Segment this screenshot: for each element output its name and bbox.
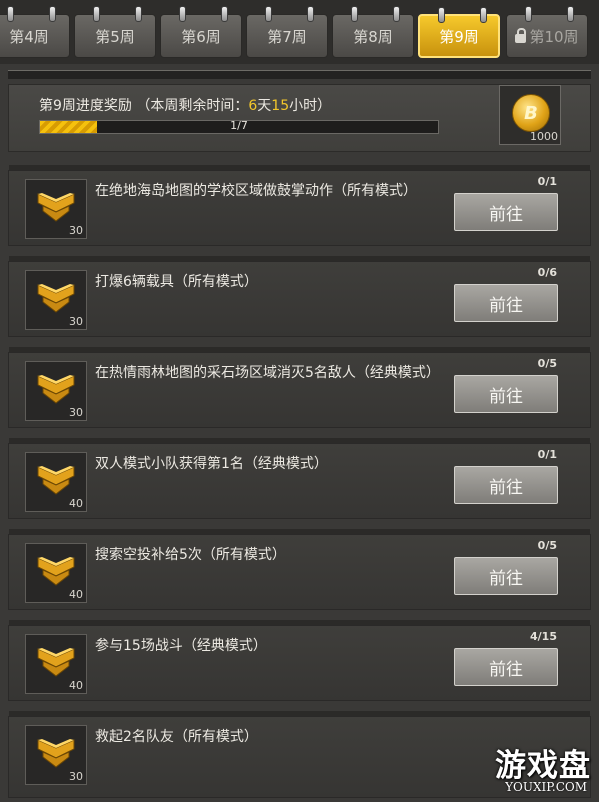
tab-week-5[interactable]: 第5周: [74, 6, 156, 58]
binder-rings: [0, 6, 69, 22]
go-button[interactable]: 前往: [454, 375, 558, 413]
coin-icon: B: [512, 94, 550, 132]
tab-label: 第6周: [181, 27, 221, 46]
task-progress: 0/6: [537, 266, 557, 279]
progress-text: 1/7: [230, 119, 248, 132]
task-row: 30 打爆6辆载具（所有模式） 0/6 前往: [8, 256, 591, 337]
chevron-rank-icon: [37, 739, 75, 768]
task-description: 在绝地海岛地图的学校区域做鼓掌动作（所有模式）: [95, 183, 417, 199]
tab-label: 第8周: [353, 27, 393, 46]
task-points: 40: [69, 588, 83, 601]
task-progress: 4/15: [530, 630, 557, 643]
task-progress: 0/5: [537, 357, 557, 370]
go-button[interactable]: 前往: [454, 284, 558, 322]
progress-bar: 1/7: [39, 119, 439, 134]
task-badge: 30: [25, 361, 87, 421]
task-row: 30 在绝地海岛地图的学校区域做鼓掌动作（所有模式） 0/1 前往: [8, 165, 591, 246]
chevron-rank-icon: [37, 284, 75, 313]
task-badge: 30: [25, 725, 87, 785]
binder-rings: [247, 6, 327, 22]
task-badge: 30: [25, 270, 87, 330]
task-description: 在热情雨林地图的采石场区域消灭5名敌人（经典模式）: [95, 365, 440, 381]
hours-unit: 小时）: [289, 98, 332, 114]
binder-rings: [333, 6, 413, 22]
site-watermark: 游戏盘 YOUXIP.COM: [472, 738, 597, 802]
task-progress: 0/1: [537, 175, 557, 188]
binder-rings: [75, 6, 155, 22]
task-row: 40 搜索空投补给5次（所有模式） 0/5 前往: [8, 529, 591, 610]
task-description: 双人模式小队获得第1名（经典模式）: [95, 456, 328, 472]
task-row: 40 参与15场战斗（经典模式） 4/15 前往: [8, 620, 591, 701]
tab-week-8[interactable]: 第8周: [332, 6, 414, 58]
chevron-rank-icon: [37, 557, 75, 586]
progress-title: 第9周进度奖励 （本周剩余时间：6天15小时）: [39, 95, 331, 115]
task-badge: 30: [25, 179, 87, 239]
tab-label: 第10周: [529, 27, 579, 46]
task-badge: 40: [25, 543, 87, 603]
go-button[interactable]: 前往: [454, 193, 558, 231]
tab-label: 第5周: [95, 27, 135, 46]
task-description: 救起2名队友（所有模式）: [95, 729, 258, 745]
lock-icon: [515, 27, 527, 43]
task-points: 30: [69, 315, 83, 328]
weekly-progress-panel: 第9周进度奖励 （本周剩余时间：6天15小时） 1/7 B 1000: [8, 84, 591, 152]
go-button[interactable]: 前往: [454, 466, 558, 504]
tab-week-10[interactable]: 第10周: [506, 6, 588, 58]
task-points: 30: [69, 770, 83, 783]
progress-reward[interactable]: B 1000: [499, 85, 561, 145]
remaining-hours: 15: [271, 98, 290, 114]
task-points: 40: [69, 679, 83, 692]
binder-rings: [507, 6, 587, 22]
tab-divider: [8, 70, 591, 79]
remaining-days: 6: [248, 98, 258, 114]
chevron-rank-icon: [37, 466, 75, 495]
binder-rings: [161, 6, 241, 22]
task-badge: 40: [25, 452, 87, 512]
chevron-rank-icon: [37, 193, 75, 222]
task-points: 30: [69, 406, 83, 419]
go-button[interactable]: 前往: [454, 648, 558, 686]
tab-label: 第4周: [9, 27, 49, 46]
tab-week-4[interactable]: 第4周: [0, 6, 70, 58]
tab-week-7[interactable]: 第7周: [246, 6, 328, 58]
week-tab-bar: 第4周 第5周 第6周 第7周 第8周 第9周 第10周: [0, 0, 599, 64]
tab-label: 第7周: [267, 27, 307, 46]
tab-label: 第9周: [439, 27, 479, 46]
chevron-rank-icon: [37, 648, 75, 677]
task-points: 30: [69, 224, 83, 237]
task-description: 搜索空投补给5次（所有模式）: [95, 547, 286, 563]
task-progress: 0/5: [537, 539, 557, 552]
tab-week-9[interactable]: 第9周: [418, 7, 500, 58]
task-row: 30 在热情雨林地图的采石场区域消灭5名敌人（经典模式） 0/5 前往: [8, 347, 591, 428]
tab-week-6[interactable]: 第6周: [160, 6, 242, 58]
reward-count: 1000: [530, 130, 558, 143]
chevron-rank-icon: [37, 375, 75, 404]
task-description: 参与15场战斗（经典模式）: [95, 638, 267, 654]
task-points: 40: [69, 497, 83, 510]
watermark-main: 游戏盘: [495, 748, 591, 784]
days-unit: 天: [257, 98, 272, 114]
task-badge: 40: [25, 634, 87, 694]
binder-rings: [420, 7, 498, 23]
task-row: 40 双人模式小队获得第1名（经典模式） 0/1 前往: [8, 438, 591, 519]
task-description: 打爆6辆载具（所有模式）: [95, 274, 258, 290]
watermark-sub: YOUXIP.COM: [505, 780, 587, 794]
title-prefix: 第9周进度奖励 （本周剩余时间：: [39, 98, 249, 114]
go-button[interactable]: 前往: [454, 557, 558, 595]
task-progress: 0/1: [537, 448, 557, 461]
